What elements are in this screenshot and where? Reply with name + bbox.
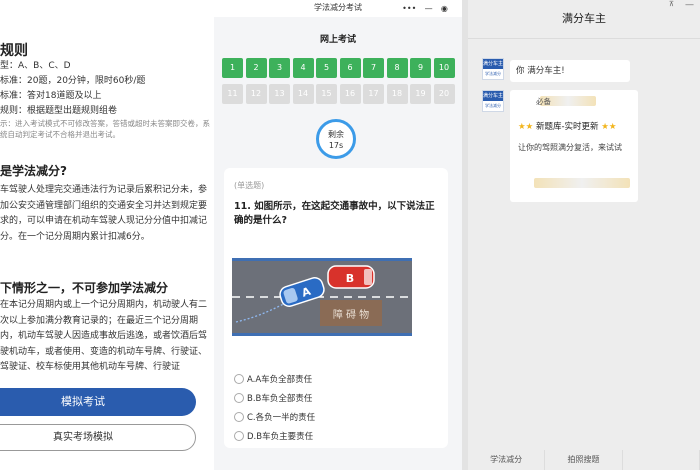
question-type: (单选题) bbox=[234, 181, 265, 190]
rule-row-question-rule: 规则：根据题型出题规则组卷 bbox=[0, 103, 117, 116]
real-exam-simulation-button[interactable]: 真实考场模拟 bbox=[0, 424, 196, 451]
countdown-timer: 剩余 17s bbox=[316, 119, 356, 159]
avatar[interactable]: 满分车主 学法减分 bbox=[482, 90, 504, 112]
rule-value: 答对18道题及以上 bbox=[27, 91, 102, 101]
promo-card[interactable]: 必备 ★★ 新题库-实时更新 ★★ 让你的驾照满分复活，来试试 bbox=[510, 90, 638, 202]
more-icon[interactable]: ••• bbox=[402, 4, 416, 13]
chat-title: 满分车主 bbox=[562, 12, 606, 25]
paragraph-what-is: 车驾驶人处理完交通违法行为记录后累积记分未，参加公安交通管理部门组织的交通安全习… bbox=[0, 185, 208, 242]
question-cell-answered[interactable]: 2 bbox=[245, 58, 267, 78]
question-cell-pending[interactable]: 14 bbox=[292, 84, 314, 104]
menu-item-more[interactable] bbox=[623, 450, 700, 470]
chat-panel: ⊼ — 满分车主 满分车主 学法减分 你 满分车主! 满分车主 学法减分 必备 … bbox=[468, 0, 700, 470]
timer-label: 剩余 bbox=[328, 130, 344, 139]
rule-row-pass-standard: 标准：答对18道题及以上 bbox=[0, 88, 101, 101]
pin-icon[interactable]: ⊼ bbox=[669, 0, 674, 8]
card-title-text: 新题库-实时更新 bbox=[535, 122, 599, 132]
mock-exam-button[interactable]: 模拟考试 bbox=[0, 388, 196, 416]
rules-title: 规则 bbox=[0, 43, 28, 59]
avatar-sub: 学法减分 bbox=[485, 103, 501, 108]
radio-icon bbox=[234, 374, 244, 384]
question-cell-pending[interactable]: 12 bbox=[245, 84, 267, 104]
question-cell-answered[interactable]: 8 bbox=[386, 58, 408, 78]
radio-icon bbox=[234, 393, 244, 403]
avatar-brand: 满分车主 bbox=[483, 59, 504, 69]
menu-item-photo-search[interactable]: 拍照搜题 bbox=[545, 450, 623, 470]
rule-label: 标准： bbox=[0, 91, 28, 101]
radio-icon bbox=[234, 412, 244, 422]
menu-item-law-deduction[interactable]: 学法减分 bbox=[468, 450, 546, 470]
question-cell-pending[interactable]: 15 bbox=[316, 84, 337, 104]
timer-value: 17s bbox=[328, 141, 344, 150]
option-label: D.B车负主要责任 bbox=[247, 432, 314, 442]
minimize-icon[interactable]: — bbox=[425, 4, 433, 13]
rule-value: 20题，20分钟，限时60秒/题 bbox=[27, 76, 146, 86]
answer-options: A.A车负全部责任 B.B车负全部责任 C.各负一半的责任 D.B车负主要责任 bbox=[234, 370, 315, 446]
star-icon: ★★ bbox=[518, 122, 534, 132]
question-cell-pending[interactable]: 17 bbox=[363, 84, 384, 104]
rule-value: 根据题型出题规则组卷 bbox=[27, 106, 118, 116]
question-cell-answered[interactable]: 6 bbox=[339, 58, 361, 78]
accident-diagram: 障 碍 物 A B bbox=[232, 254, 412, 340]
option-b[interactable]: B.B车负全部责任 bbox=[234, 389, 315, 407]
star-icon: ★★ bbox=[601, 122, 617, 132]
question-cell-answered[interactable]: 9 bbox=[410, 58, 431, 78]
rule-value: A、B、C、D bbox=[18, 61, 71, 71]
question-cell-pending[interactable]: 20 bbox=[433, 84, 455, 104]
rule-label: 标准： bbox=[0, 76, 28, 86]
option-a[interactable]: A.A车负全部责任 bbox=[234, 370, 315, 388]
option-label: B.B车负全部责任 bbox=[247, 394, 313, 404]
question-cell-answered[interactable]: 3 bbox=[269, 58, 290, 78]
car-b-label: B bbox=[346, 272, 354, 285]
card-subtitle: 让你的驾照满分复活，来试试 bbox=[518, 143, 622, 152]
option-label: C.各负一半的责任 bbox=[247, 413, 316, 423]
blurred-text bbox=[534, 178, 630, 188]
paragraph-restrictions: 在本记分周期内或上一个记分周期内，机动驶人有二次以上参加满分教育记录的；在最近三… bbox=[0, 300, 208, 372]
question-cell-answered[interactable]: 10 bbox=[433, 58, 455, 78]
heading-restrictions: 下情形之一，不可参加学法减分 bbox=[0, 281, 169, 295]
rules-panel: 规则 型：A、B、C、D 标准：20题，20分钟，限时60秒/题 标准：答对18… bbox=[0, 0, 214, 470]
card-title: ★★ 新题库-实时更新 ★★ bbox=[518, 120, 616, 132]
question-cell-pending[interactable]: 18 bbox=[386, 84, 408, 104]
obstacle-label: 障 碍 物 bbox=[333, 308, 369, 321]
chat-message: 你 满分车主! bbox=[510, 60, 630, 82]
option-d[interactable]: D.B车负主要责任 bbox=[234, 427, 315, 445]
close-icon[interactable]: ◉ bbox=[441, 4, 448, 13]
option-label: A.A车负全部责任 bbox=[247, 375, 313, 385]
question-text: 11. 如图所示，在这起交通事故中，以下说法正确的是什么? bbox=[234, 201, 435, 226]
miniapp-header: 学法减分考试 ••• — ◉ bbox=[214, 0, 462, 17]
question-grid: 1 2 3 4 5 6 7 8 9 10 11 12 13 14 15 16 1… bbox=[222, 58, 455, 104]
question-cell-pending[interactable]: 16 bbox=[339, 84, 361, 104]
minimize-icon[interactable]: — bbox=[685, 0, 694, 10]
chat-bottom-menu: 学法减分 拍照搜题 bbox=[468, 450, 700, 470]
divider bbox=[468, 38, 700, 39]
question-card: (单选题) 11. 如图所示，在这起交通事故中，以下说法正确的是什么? 障 碍 … bbox=[224, 168, 448, 448]
question-cell-pending[interactable]: 11 bbox=[222, 84, 243, 104]
question-cell-answered[interactable]: 5 bbox=[316, 58, 337, 78]
chat-header: ⊼ — 满分车主 bbox=[468, 0, 700, 40]
miniapp-capsule: ••• — ◉ bbox=[398, 2, 452, 14]
avatar[interactable]: 满分车主 学法减分 bbox=[482, 58, 504, 80]
question-cell-pending[interactable]: 19 bbox=[410, 84, 431, 104]
rule-row-license-type: 型：A、B、C、D bbox=[0, 58, 71, 71]
avatar-sub: 学法减分 bbox=[485, 71, 501, 76]
heading-what-is: 是学法减分? bbox=[0, 164, 67, 178]
exam-panel: 学法减分考试 ••• — ◉ 网上考试 1 2 3 4 5 6 7 8 9 10… bbox=[214, 0, 462, 470]
question-cell-answered[interactable]: 7 bbox=[363, 58, 384, 78]
card-top-text: 必备 bbox=[536, 97, 551, 106]
exam-title: 网上考试 bbox=[319, 35, 356, 45]
question-cell-pending[interactable]: 13 bbox=[269, 84, 290, 104]
question-cell-answered[interactable]: 1 bbox=[222, 58, 243, 78]
radio-icon bbox=[234, 431, 244, 441]
rule-note: 示：进入考试模式不可修改答案，答错或超时未答案即交卷，系统自动判定考试不合格并退… bbox=[0, 119, 210, 139]
option-c[interactable]: C.各负一半的责任 bbox=[234, 408, 315, 426]
rule-label: 型： bbox=[0, 61, 19, 71]
avatar-brand: 满分车主 bbox=[483, 91, 504, 101]
question-cell-answered[interactable]: 4 bbox=[292, 58, 314, 78]
rule-label: 规则： bbox=[0, 106, 28, 116]
rule-row-exam-standard: 标准：20题，20分钟，限时60秒/题 bbox=[0, 73, 145, 86]
